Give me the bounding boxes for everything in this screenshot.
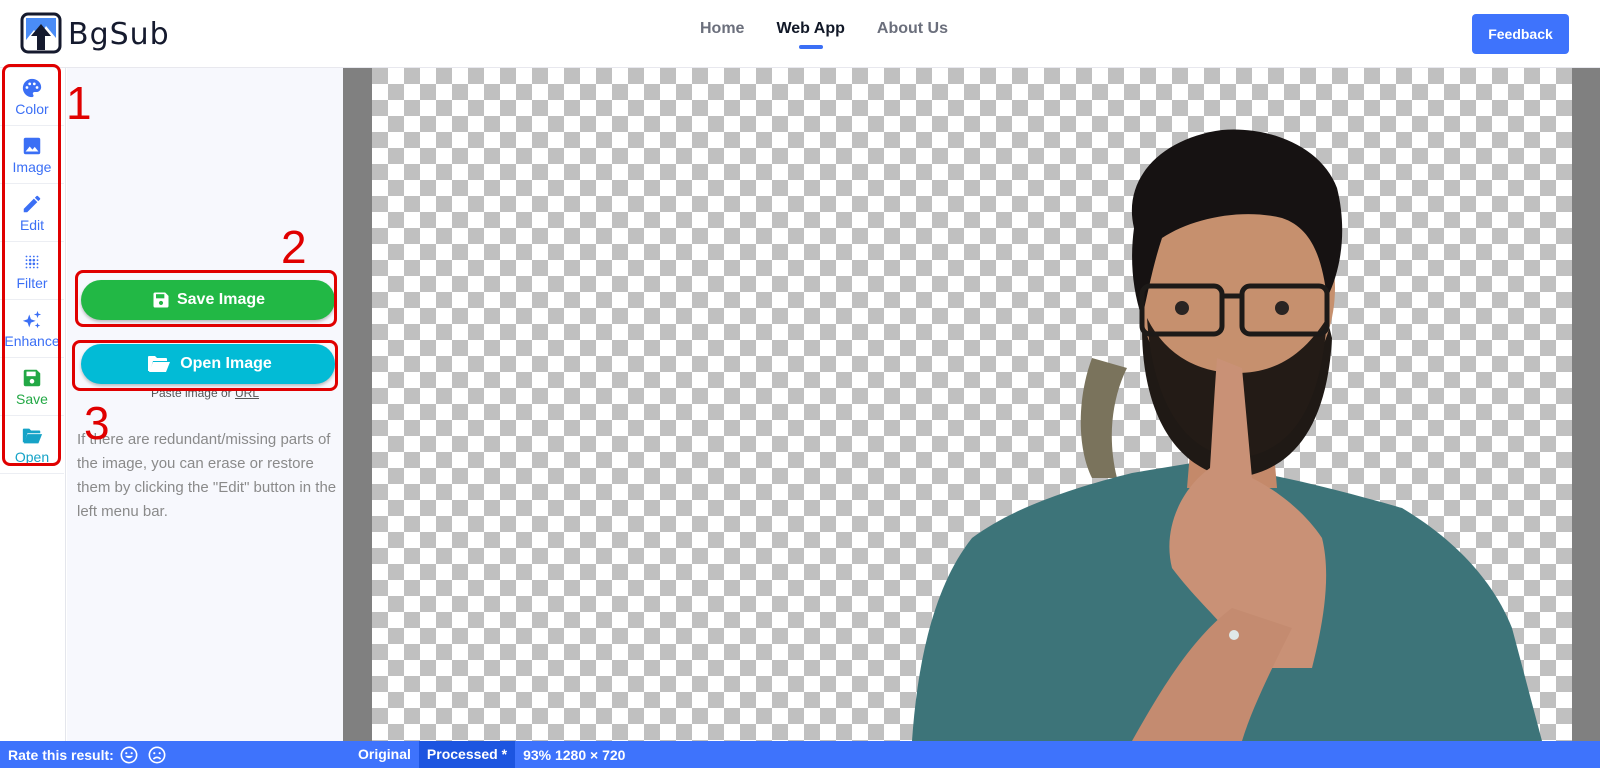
edit-hint-text: If there are redundant/missing parts of … (77, 431, 337, 520)
brand-logo[interactable]: BgSub (20, 12, 170, 56)
nav-home[interactable]: Home (700, 20, 744, 38)
tool-enhance[interactable]: Enhance (0, 300, 64, 358)
tab-processed[interactable]: Processed * (418, 741, 516, 768)
tool-edit-label: Edit (19, 216, 45, 233)
open-image-button[interactable]: Open Image (81, 344, 335, 384)
open-image-label: Open Image (180, 355, 272, 372)
folder-open-icon (148, 356, 171, 372)
paste-text: Paste image or (150, 386, 232, 400)
smiley-happy-icon[interactable] (120, 746, 138, 764)
floppy-disk-icon (153, 292, 169, 308)
view-tabs: Original Processed * 93% 1280 × 720 (350, 741, 625, 768)
filter-dots-icon (25, 255, 39, 268)
smiley-sad-icon[interactable] (148, 746, 166, 764)
tool-image[interactable]: Image (0, 126, 64, 184)
nav-about-us[interactable]: About Us (877, 20, 948, 38)
palette-icon (22, 78, 42, 97)
tool-save[interactable]: Save (0, 358, 64, 416)
folder-open-icon (22, 428, 43, 443)
annotation-label-3: 3 (84, 397, 110, 449)
save-image-label: Save Image (176, 291, 266, 308)
annotation-label-2: 2 (281, 221, 307, 273)
pencil-icon (23, 195, 41, 212)
tab-original[interactable]: Original (350, 741, 419, 768)
logo-icon (20, 12, 62, 54)
tool-open[interactable]: Open (0, 416, 64, 474)
tool-edit[interactable]: Edit (0, 184, 64, 242)
image-canvas-area[interactable] (343, 68, 1600, 741)
status-bar: Rate this result: Original Processed * 9… (0, 741, 1600, 768)
main-nav: Home Web App About Us (700, 20, 948, 49)
image-icon (23, 137, 41, 154)
tool-save-label: Save (16, 390, 48, 407)
tool-color[interactable]: Color (0, 68, 64, 126)
nav-web-app[interactable]: Web App (776, 20, 845, 49)
tool-open-label: Open (14, 448, 50, 465)
zoom-size-info: 93% 1280 × 720 (523, 746, 626, 763)
processed-image-subject (912, 129, 1542, 741)
save-image-button[interactable]: Save Image (81, 280, 335, 320)
tool-color-label: Color (15, 100, 49, 117)
brand-name: BgSub (68, 16, 170, 52)
top-navbar: BgSub Home Web App About Us Feedback (0, 0, 1600, 68)
annotation-label-1: 1 (66, 77, 92, 129)
floppy-disk-icon (23, 369, 41, 386)
feedback-button[interactable]: Feedback (1472, 14, 1569, 54)
tool-image-label: Image (12, 158, 52, 175)
rate-label: Rate this result: (8, 747, 114, 763)
tool-filter[interactable]: Filter (0, 242, 64, 300)
sparkles-icon (22, 310, 42, 328)
transparent-background (372, 68, 1572, 741)
rate-result: Rate this result: (8, 746, 166, 764)
left-toolbar: Color Image Edit Filter Enhance Save Ope… (0, 68, 66, 741)
tool-filter-label: Filter (16, 274, 48, 291)
tool-enhance-label: Enhance (4, 332, 60, 349)
url-link[interactable]: URL (235, 386, 259, 400)
